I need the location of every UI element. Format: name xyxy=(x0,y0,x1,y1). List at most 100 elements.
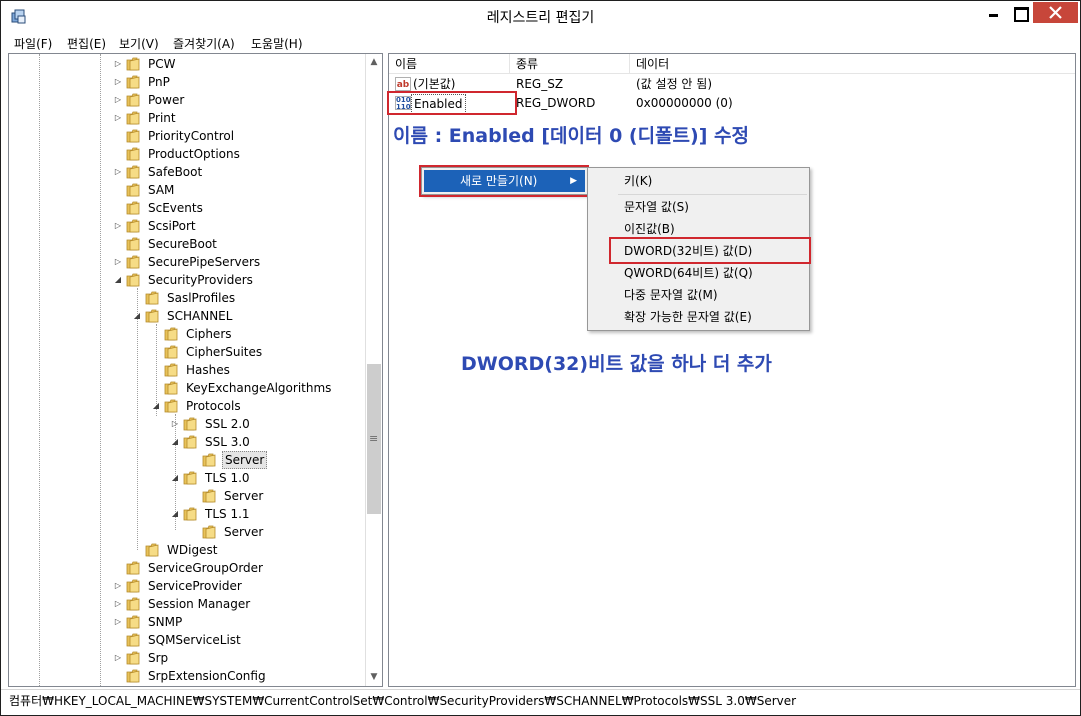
tree-item[interactable]: ▷ PCW xyxy=(9,55,366,73)
expand-arrow-icon[interactable]: ▷ xyxy=(113,649,123,667)
tree-item[interactable]: ▷ ScsiPort xyxy=(9,217,366,235)
submenu-string-value[interactable]: 문자열 값(S) xyxy=(590,196,689,218)
submenu-key[interactable]: 키(K) xyxy=(590,170,652,192)
collapse-arrow-icon[interactable]: ◢ xyxy=(170,433,180,451)
scroll-up-arrow-icon[interactable]: ▲ xyxy=(366,54,382,71)
tree-item[interactable]: SecureBoot xyxy=(9,235,366,253)
tree-content: ▷ PCW ▷ PnP ▷ Power ▷ Print PriorityControl Produ… xyxy=(9,54,366,686)
tree-item-label: PnP xyxy=(148,75,170,89)
tree-item-label: Session Manager xyxy=(148,597,251,611)
folder-icon xyxy=(183,435,197,449)
submenu-qword-value[interactable]: QWORD(64비트) 값(Q) xyxy=(590,262,753,284)
submenu-multi-string-value[interactable]: 다중 문자열 값(M) xyxy=(590,284,718,306)
tree-item[interactable]: ◢ SecurityProviders xyxy=(9,271,366,289)
collapse-arrow-icon[interactable]: ◢ xyxy=(132,307,142,325)
tree-item[interactable]: WDigest xyxy=(9,541,366,559)
tree-item[interactable]: Server xyxy=(9,487,366,505)
folder-icon xyxy=(126,57,140,71)
menu-help[interactable]: 도움말(H) xyxy=(251,35,303,52)
menu-file[interactable]: 파일(F) xyxy=(14,35,52,52)
column-header-type[interactable]: 종류 xyxy=(510,54,630,74)
tree-item[interactable]: Server xyxy=(9,523,366,541)
tree-item-label: WDigest xyxy=(167,543,218,557)
tree-item[interactable]: ◢ SSL 3.0 xyxy=(9,433,366,451)
tree-item[interactable]: ▷ SafeBoot xyxy=(9,163,366,181)
folder-icon xyxy=(126,273,140,287)
tree-item[interactable]: ◢ TLS 1.0 xyxy=(9,469,366,487)
expand-arrow-icon[interactable]: ▷ xyxy=(113,73,123,91)
tree-item-label: SaslProfiles xyxy=(167,291,236,305)
expand-arrow-icon[interactable]: ▷ xyxy=(113,109,123,127)
tree-item[interactable]: ▷ Session Manager xyxy=(9,595,366,613)
tree-item-label: Server xyxy=(224,489,264,503)
tree-item[interactable]: ProductOptions xyxy=(9,145,366,163)
menu-bar: 파일(F) 편집(E) 보기(V) 즐겨찾기(A) 도움말(H) xyxy=(1,33,1080,53)
tree-item-label: SrpExtensionConfig xyxy=(148,669,266,683)
value-data: 0x00000000 (0) xyxy=(636,96,733,110)
folder-icon xyxy=(145,291,159,305)
registry-key-tree[interactable]: ▷ PCW ▷ PnP ▷ Power ▷ Print PriorityControl Produ… xyxy=(8,53,383,687)
folder-icon xyxy=(202,525,216,539)
menu-edit[interactable]: 편집(E) xyxy=(67,35,106,52)
tree-item[interactable]: ▷ Print xyxy=(9,109,366,127)
scroll-down-arrow-icon[interactable]: ▼ xyxy=(366,669,382,686)
maximize-button[interactable] xyxy=(1007,2,1032,23)
folder-icon xyxy=(164,363,178,377)
expand-arrow-icon[interactable]: ▷ xyxy=(113,577,123,595)
tree-item[interactable]: ▷ SecurePipeServers xyxy=(9,253,366,271)
tree-item[interactable]: ServiceGroupOrder xyxy=(9,559,366,577)
expand-arrow-icon[interactable]: ▷ xyxy=(113,595,123,613)
tree-item[interactable]: ◢ TLS 1.1 xyxy=(9,505,366,523)
folder-icon xyxy=(126,183,140,197)
tree-item[interactable]: Ciphers xyxy=(9,325,366,343)
tree-item[interactable]: Server xyxy=(9,451,366,469)
tree-vertical-scrollbar[interactable]: ▲ ≡ ▼ xyxy=(365,54,382,686)
tree-item[interactable]: SQMServiceList xyxy=(9,631,366,649)
tree-item[interactable]: CipherSuites xyxy=(9,343,366,361)
tree-item-label: SecurityProviders xyxy=(148,273,253,287)
tree-item[interactable]: ScEvents xyxy=(9,199,366,217)
close-button[interactable] xyxy=(1033,2,1078,23)
expand-arrow-icon[interactable]: ▷ xyxy=(113,613,123,631)
scrollbar-thumb[interactable]: ≡ xyxy=(367,364,381,514)
tree-item[interactable]: Hashes xyxy=(9,361,366,379)
tree-item[interactable]: SrpExtensionConfig xyxy=(9,667,366,685)
menu-view[interactable]: 보기(V) xyxy=(119,35,159,52)
value-data: (값 설정 안 됨) xyxy=(636,77,713,91)
expand-arrow-icon[interactable]: ▷ xyxy=(113,91,123,109)
expand-arrow-icon[interactable]: ▷ xyxy=(113,163,123,181)
tree-item-label: SSL 3.0 xyxy=(205,435,250,449)
column-header-data[interactable]: 데이터 xyxy=(630,54,1075,74)
minimize-button[interactable] xyxy=(981,2,1006,23)
tree-item-label: SSL 2.0 xyxy=(205,417,250,431)
menu-favorites[interactable]: 즐겨찾기(A) xyxy=(173,35,235,52)
collapse-arrow-icon[interactable]: ◢ xyxy=(151,397,161,415)
tree-item[interactable]: ▷ PnP xyxy=(9,73,366,91)
folder-icon xyxy=(126,579,140,593)
tree-item[interactable]: SAM xyxy=(9,181,366,199)
expand-arrow-icon[interactable]: ▷ xyxy=(113,217,123,235)
expand-arrow-icon[interactable]: ▷ xyxy=(113,253,123,271)
new-menu-highlight-box xyxy=(419,165,589,197)
tree-item[interactable]: PriorityControl xyxy=(9,127,366,145)
collapse-arrow-icon[interactable]: ◢ xyxy=(170,469,180,487)
collapse-arrow-icon[interactable]: ◢ xyxy=(170,505,180,523)
tree-item[interactable]: ▷ Srp xyxy=(9,649,366,667)
expand-arrow-icon[interactable]: ▷ xyxy=(170,415,180,433)
folder-icon xyxy=(164,327,178,341)
folder-icon xyxy=(126,669,140,683)
tree-item[interactable]: ◢ Protocols xyxy=(9,397,366,415)
tree-item[interactable]: ▷ SNMP xyxy=(9,613,366,631)
folder-icon xyxy=(183,507,197,521)
submenu-expandable-string-value[interactable]: 확장 가능한 문자열 값(E) xyxy=(590,306,752,328)
tree-item[interactable]: ◢ SCHANNEL xyxy=(9,307,366,325)
column-header-name[interactable]: 이름 xyxy=(389,54,510,74)
tree-item[interactable]: ▷ Power xyxy=(9,91,366,109)
collapse-arrow-icon[interactable]: ◢ xyxy=(113,271,123,289)
tree-item[interactable]: ▷ ServiceProvider xyxy=(9,577,366,595)
expand-arrow-icon[interactable]: ▷ xyxy=(113,55,123,73)
tree-item[interactable]: KeyExchangeAlgorithms xyxy=(9,379,366,397)
tree-item[interactable]: SaslProfiles xyxy=(9,289,366,307)
tree-item[interactable]: ▷ SSL 2.0 xyxy=(9,415,366,433)
tree-item-label: PCW xyxy=(148,57,176,71)
